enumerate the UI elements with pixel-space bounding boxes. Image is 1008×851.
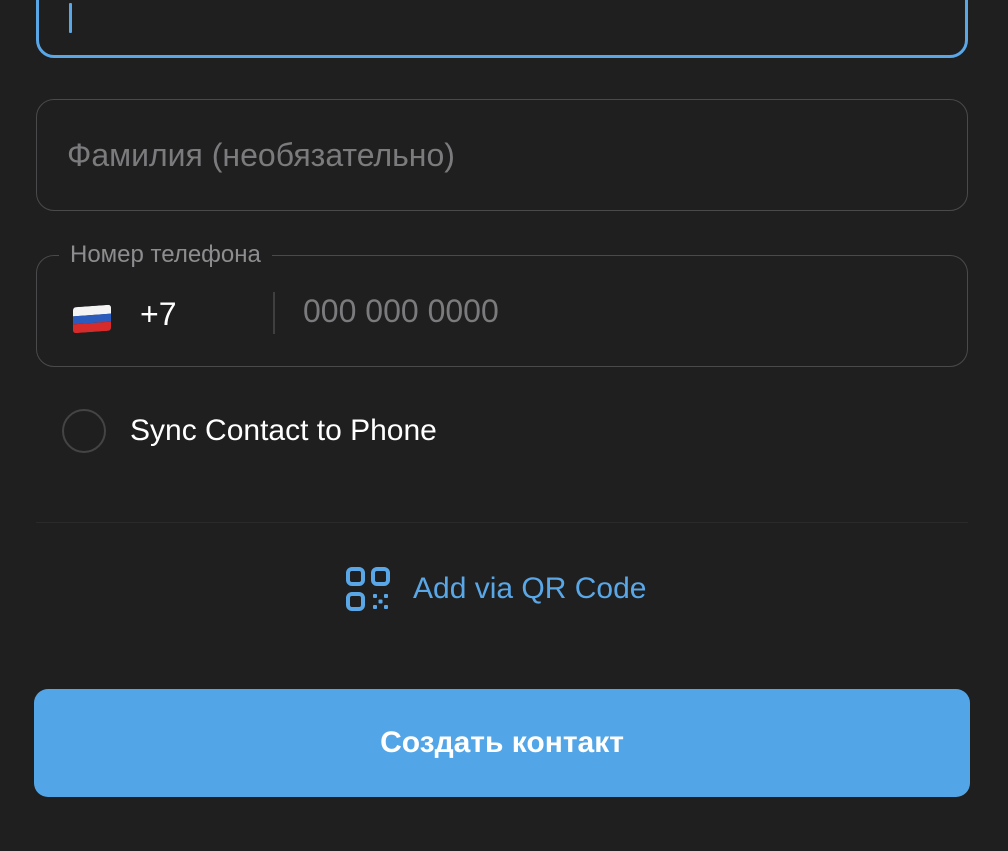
- russia-flag-icon[interactable]: [73, 304, 111, 334]
- sync-contact-toggle[interactable]: Sync Contact to Phone: [62, 405, 437, 457]
- last-name-field[interactable]: [36, 99, 968, 211]
- add-via-qr-label: Add via QR Code: [413, 572, 647, 605]
- phone-number-input[interactable]: [303, 256, 937, 366]
- country-code[interactable]: +7: [140, 294, 176, 334]
- sync-checkbox[interactable]: [62, 409, 106, 453]
- qr-code-icon: [346, 567, 390, 611]
- phone-divider: [273, 292, 275, 334]
- section-divider: [36, 522, 968, 523]
- phone-field[interactable]: Номер телефона +7: [36, 241, 968, 367]
- create-contact-screen: Номер телефона +7 Sync Contact to Phone …: [0, 0, 1008, 851]
- phone-field-label: Номер телефона: [59, 241, 272, 269]
- text-caret: [69, 3, 72, 33]
- sync-contact-label: Sync Contact to Phone: [130, 414, 437, 447]
- last-name-input[interactable]: [67, 100, 937, 210]
- first-name-field[interactable]: [36, 0, 968, 58]
- add-via-qr-button[interactable]: Add via QR Code: [345, 562, 646, 616]
- create-contact-button[interactable]: Создать контакт: [34, 689, 970, 797]
